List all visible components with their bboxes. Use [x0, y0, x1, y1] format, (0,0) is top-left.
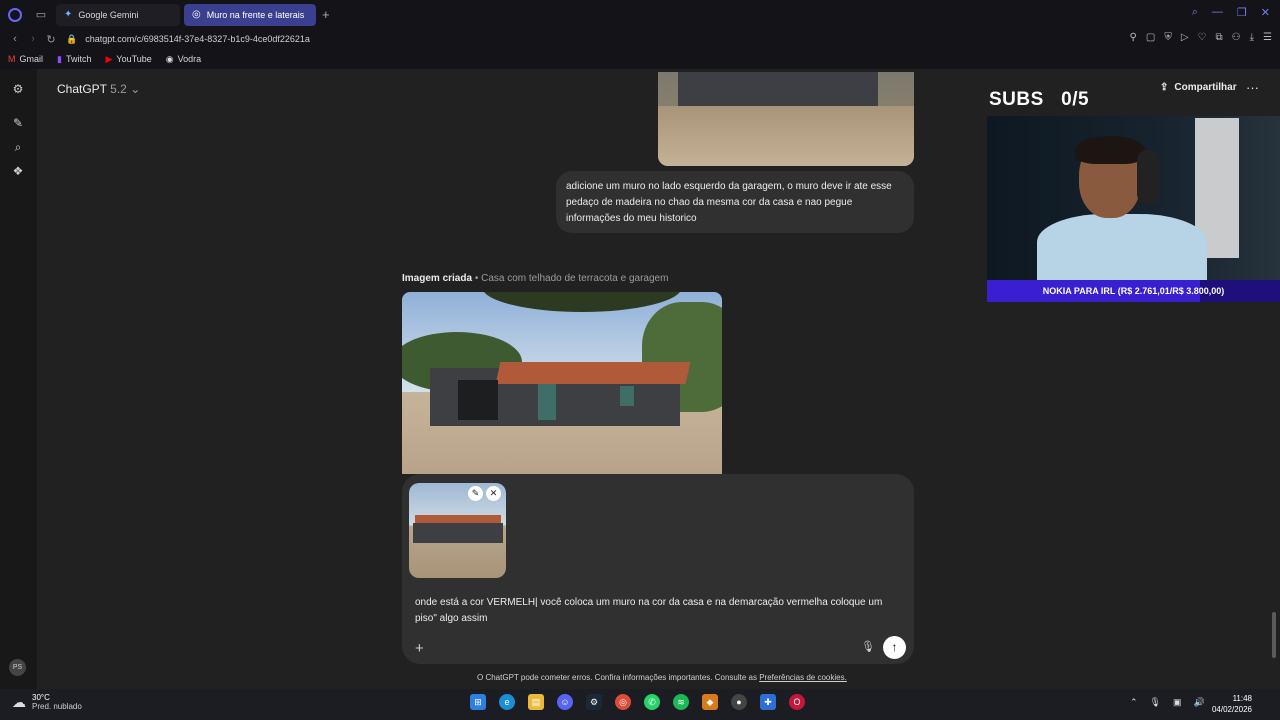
spotify-icon[interactable]: ≋: [673, 694, 689, 710]
opera-logo-icon[interactable]: [0, 0, 30, 29]
previous-image[interactable]: [658, 72, 914, 166]
weather-widget[interactable]: ☁ 30°C Pred. nublado: [12, 693, 82, 711]
edge-icon[interactable]: e: [499, 694, 515, 710]
vodra-icon: ◉: [165, 53, 174, 64]
chevron-down-icon: ⌄: [130, 82, 141, 96]
whatsapp-icon[interactable]: ✆: [644, 694, 660, 710]
new-tab-button[interactable]: +: [322, 7, 330, 22]
bookmark-twitch[interactable]: ▮ Twitch: [57, 54, 91, 65]
goal-banner: NOKIA PARA IRL (R$ 2.761,01/R$ 3.800,00): [987, 280, 1280, 302]
scrollbar[interactable]: [1272, 612, 1276, 658]
tab-label: Google Gemini: [78, 9, 139, 20]
chevron-up-icon[interactable]: ⌃: [1130, 697, 1138, 708]
heart-icon[interactable]: ♡: [1198, 32, 1207, 43]
volume-icon[interactable]: 🔊: [1194, 697, 1205, 708]
youtube-icon: ▶: [105, 53, 113, 64]
maximize-button[interactable]: ❐: [1237, 6, 1247, 19]
close-window-button[interactable]: ✕: [1261, 6, 1270, 19]
chatgpt-icon: ◎: [192, 9, 201, 20]
share-icon: ⇪: [1160, 82, 1169, 93]
webcam-feed: [987, 116, 1280, 280]
search-icon[interactable]: ⌕: [1192, 6, 1198, 19]
bookmark-youtube[interactable]: ▶ YouTube: [105, 54, 151, 65]
library-icon[interactable]: ❖: [10, 163, 26, 179]
bookmarks-bar: M Gmail ▮ Twitch ▶ YouTube ◉ Vodra: [0, 49, 1280, 69]
message-composer: ✎ ✕ onde está a cor VERMELH| você coloca…: [402, 474, 914, 664]
browser-tab-bar: ▭ ✦ Google Gemini ◎ Muro na frente e lat…: [0, 0, 1280, 29]
windows-start-icon[interactable]: ⊞: [470, 694, 486, 710]
shield-icon[interactable]: ⛨: [1164, 32, 1172, 43]
extensions-bar: ⚲ ▢ ⛨ ▷ ♡ ⧉ ⚇ ⤓ ☰: [1130, 32, 1272, 43]
edit-image-icon[interactable]: ✎: [468, 486, 483, 501]
menu-icon[interactable]: ☰: [1263, 32, 1272, 43]
send-button[interactable]: ↑: [883, 636, 906, 659]
app-red-icon[interactable]: ●: [731, 694, 747, 710]
gmail-icon: M: [8, 54, 16, 64]
file-explorer-icon[interactable]: ▤: [528, 694, 544, 710]
disclaimer: O ChatGPT pode cometer erros. Confira in…: [477, 673, 847, 682]
avatar[interactable]: PS: [9, 659, 26, 676]
forward-button[interactable]: ›: [24, 33, 42, 45]
lock-icon: 🔒: [66, 33, 78, 44]
extensions-icon[interactable]: ⧉: [1216, 32, 1223, 43]
play-icon[interactable]: ▷: [1181, 32, 1189, 43]
tab-chatgpt[interactable]: ◎ Muro na frente e laterais: [184, 3, 316, 26]
sidebar-rail: ⚙ ✎ ⌕ ❖ PS: [0, 69, 37, 689]
tab-label: Muro na frente e laterais: [206, 9, 305, 20]
snapshot-icon[interactable]: ▢: [1146, 32, 1155, 43]
clock[interactable]: 11:48 04/02/2026: [1208, 693, 1252, 715]
system-tray: ⌃ 🎙 ▣ 🔊: [1130, 697, 1205, 708]
chrome-icon[interactable]: ◎: [615, 694, 631, 710]
app-blue-icon[interactable]: ✚: [760, 694, 776, 710]
steam-icon[interactable]: ⚙: [586, 694, 602, 710]
discord-icon[interactable]: ☺: [557, 694, 573, 710]
address-bar-row: ‹ › ↻ 🔒 chatgpt.com/c/6983514f-37e4-8327…: [0, 29, 1280, 49]
prompt-input[interactable]: onde está a cor VERMELH| você coloca um …: [415, 595, 905, 627]
image-caption: Imagem criada • Casa com telhado de terr…: [402, 273, 669, 284]
remove-attachment-icon[interactable]: ✕: [486, 486, 501, 501]
chatgpt-logo-icon[interactable]: ⚙: [10, 81, 26, 97]
window-controls: ⌕ — ❐ ✕: [1192, 6, 1270, 19]
url-field[interactable]: chatgpt.com/c/6983514f-37e4-8327-b1c9-4c…: [85, 34, 310, 44]
microphone-icon[interactable]: 🎙: [861, 640, 875, 653]
tab-google-gemini[interactable]: ✦ Google Gemini: [56, 3, 180, 26]
add-attachment-button[interactable]: +: [415, 640, 424, 657]
cloud-icon: ☁: [12, 693, 26, 710]
microphone-tray-icon[interactable]: 🎙: [1150, 697, 1161, 708]
more-options-icon[interactable]: ···: [1246, 80, 1259, 95]
profile-icon[interactable]: ⚇: [1232, 32, 1241, 43]
bookmark-vodra[interactable]: ◉ Vodra: [166, 54, 201, 65]
twitch-icon: ▮: [57, 53, 62, 64]
generated-image[interactable]: [402, 292, 722, 474]
minimize-button[interactable]: —: [1212, 6, 1223, 19]
reload-button[interactable]: ↻: [42, 33, 60, 46]
app-orange-icon[interactable]: ◆: [702, 694, 718, 710]
new-chat-icon[interactable]: ✎: [10, 115, 26, 131]
search-chats-icon[interactable]: ⌕: [10, 139, 26, 155]
bookmark-gmail[interactable]: M Gmail: [8, 54, 43, 64]
gemini-icon: ✦: [64, 9, 73, 20]
model-selector[interactable]: ChatGPT 5.2 ⌄: [57, 82, 140, 96]
network-icon[interactable]: ▣: [1173, 697, 1182, 708]
pin-icon[interactable]: ⚲: [1130, 32, 1137, 43]
cookie-preferences-link[interactable]: Preferências de cookies.: [759, 673, 847, 682]
back-button[interactable]: ‹: [6, 33, 24, 45]
subs-counter: SUBS 0/5: [989, 89, 1090, 110]
share-button[interactable]: ⇪ Compartilhar: [1160, 82, 1237, 93]
user-message: adicione um muro no lado esquerdo da gar…: [556, 171, 914, 233]
tab-islands-icon[interactable]: ▭: [30, 5, 52, 25]
download-icon[interactable]: ⤓: [1250, 32, 1254, 43]
taskbar-apps: ⊞ e ▤ ☺ ⚙ ◎ ✆ ≋ ◆ ● ✚ O: [470, 694, 805, 710]
opera-gx-icon[interactable]: O: [789, 694, 805, 710]
